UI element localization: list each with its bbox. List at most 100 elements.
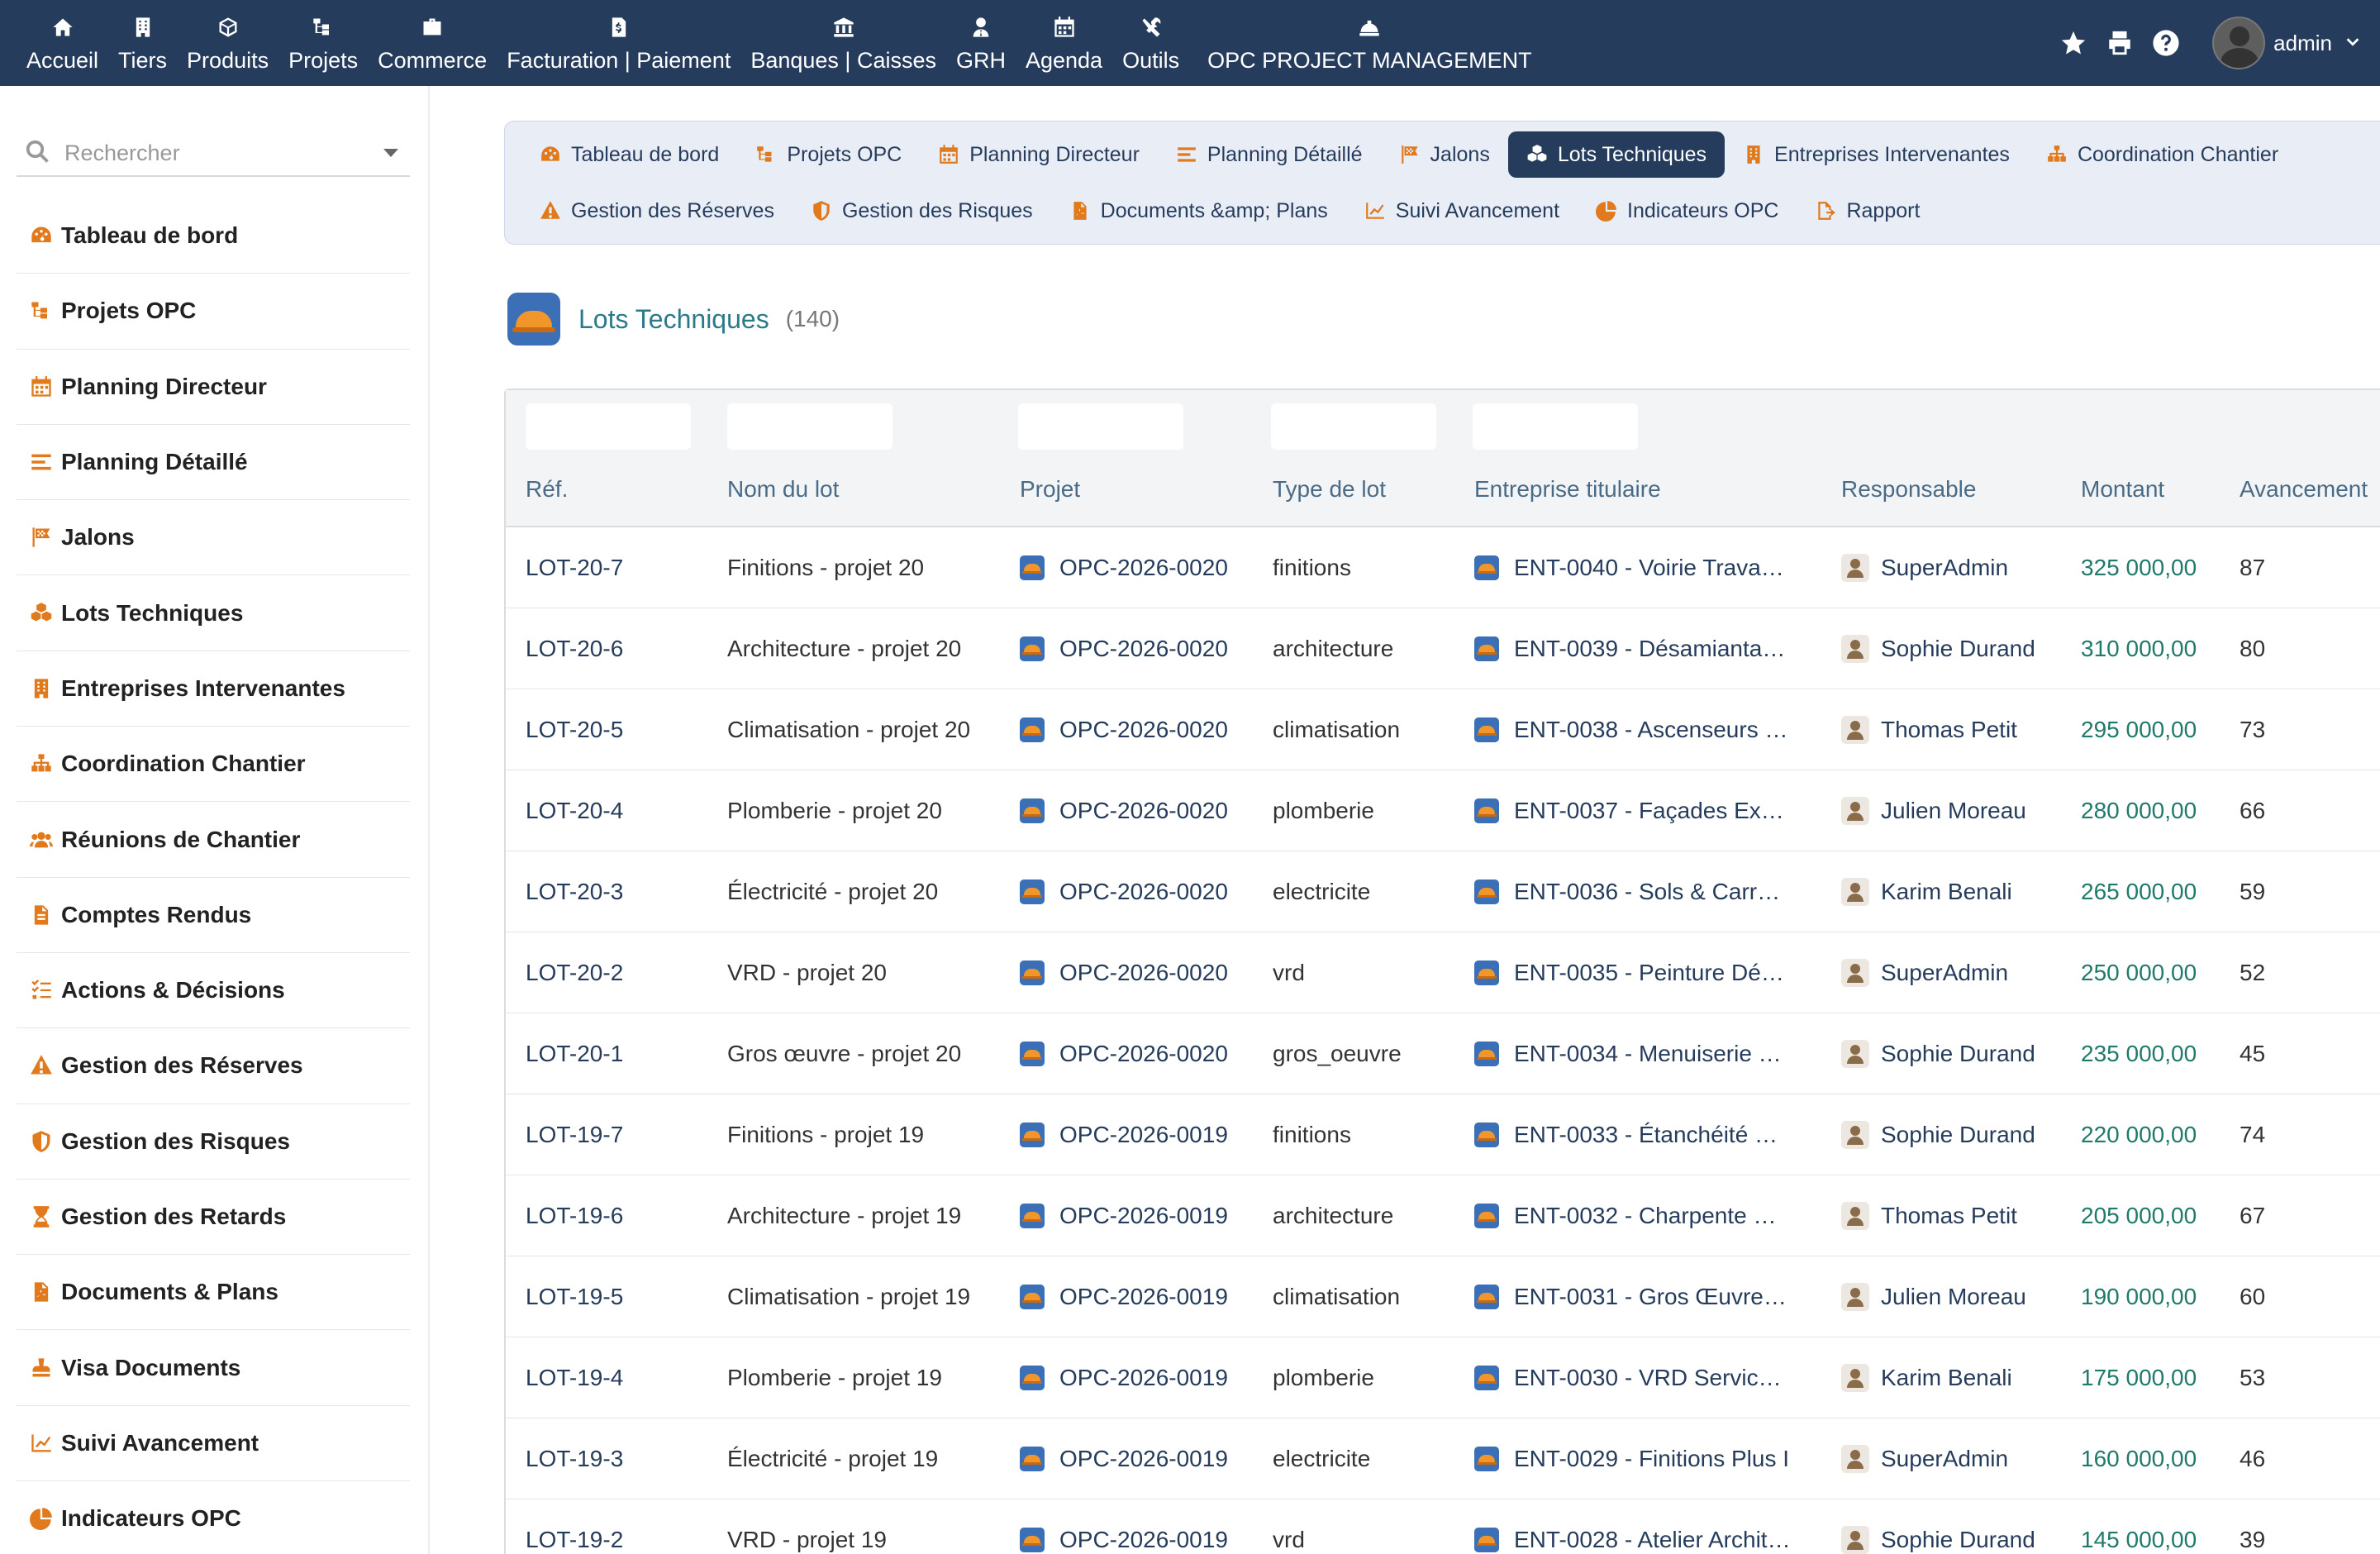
cell-projet[interactable]: OPC-2026-0019 <box>1020 1094 1228 1175</box>
cell-ref[interactable]: LOT-19-7 <box>526 1094 623 1175</box>
cell-entreprise[interactable]: ENT-0032 - Charpente … <box>1474 1175 1777 1256</box>
column-header-nom[interactable]: Nom du lot <box>727 476 839 503</box>
tab-documents-and-plans[interactable]: Documents &amp; Plans <box>1051 188 1346 234</box>
table-row[interactable]: LOT-20-5 Climatisation - projet 20 OPC-202… <box>506 689 2380 770</box>
tab-entreprises-intervenantes[interactable]: Entreprises Intervenantes <box>1725 131 2028 178</box>
cell-entreprise[interactable]: ENT-0031 - Gros Œuvre… <box>1474 1256 1787 1337</box>
cell-responsable[interactable]: Thomas Petit <box>1841 1175 2017 1256</box>
topnav-item-facturation-paiement[interactable]: Facturation | Paiement <box>497 0 740 86</box>
sidebar-item-jalons[interactable]: Jalons <box>17 500 410 576</box>
cell-responsable[interactable]: Julien Moreau <box>1841 770 2026 851</box>
cell-ref[interactable]: LOT-19-2 <box>526 1499 623 1554</box>
sidebar-item-indicateurs-opc[interactable]: Indicateurs OPC <box>17 1481 410 1554</box>
cell-ref[interactable]: LOT-20-6 <box>526 608 623 689</box>
sidebar-search[interactable]: Rechercher <box>17 131 410 177</box>
filter-nom-input[interactable] <box>727 403 892 450</box>
cell-ref[interactable]: LOT-20-3 <box>526 851 623 932</box>
cell-ref[interactable]: LOT-20-1 <box>526 1013 623 1094</box>
sidebar-item-gestion-des-reserves[interactable]: Gestion des Réserves <box>17 1028 410 1104</box>
tab-gestion-des-reserves[interactable]: Gestion des Réserves <box>521 188 793 234</box>
tab-lots-techniques[interactable]: Lots Techniques <box>1507 131 1726 178</box>
cell-ref[interactable]: LOT-19-5 <box>526 1256 623 1337</box>
cell-ref[interactable]: LOT-19-6 <box>526 1175 623 1256</box>
table-row[interactable]: LOT-20-7 Finitions - projet 20 OPC-2026-00… <box>506 527 2380 608</box>
tab-indicateurs-opc[interactable]: Indicateurs OPC <box>1578 188 1797 234</box>
cell-responsable[interactable]: SuperAdmin <box>1841 1418 2008 1499</box>
cell-projet[interactable]: OPC-2026-0019 <box>1020 1175 1228 1256</box>
table-row[interactable]: LOT-20-6 Architecture - projet 20 OPC-2026… <box>506 608 2380 689</box>
cell-responsable[interactable]: Julien Moreau <box>1841 1256 2026 1337</box>
cell-responsable[interactable]: SuperAdmin <box>1841 527 2008 608</box>
sidebar-item-lots-techniques[interactable]: Lots Techniques <box>17 575 410 651</box>
tab-suivi-avancement[interactable]: Suivi Avancement <box>1346 188 1578 234</box>
column-header-projet[interactable]: Projet <box>1020 476 1080 503</box>
filter-projet-input[interactable] <box>1018 403 1183 450</box>
topnav-item-banques-caisses[interactable]: Banques | Caisses <box>740 0 946 86</box>
help-icon[interactable] <box>2149 26 2182 60</box>
cell-responsable[interactable]: Sophie Durand <box>1841 1094 2035 1175</box>
table-row[interactable]: LOT-20-1 Gros œuvre - projet 20 OPC-2026-0… <box>506 1013 2380 1094</box>
cell-responsable[interactable]: Karim Benali <box>1841 1337 2012 1418</box>
filter-ref-input[interactable] <box>526 403 691 450</box>
print-icon[interactable] <box>2103 26 2136 60</box>
table-row[interactable]: LOT-20-3 Électricité - projet 20 OPC-2026-… <box>506 851 2380 932</box>
cell-projet[interactable]: OPC-2026-0020 <box>1020 770 1228 851</box>
column-header-montant[interactable]: Montant <box>2081 476 2164 503</box>
tab-planning-directeur[interactable]: Planning Directeur <box>920 131 1158 178</box>
cell-entreprise[interactable]: ENT-0038 - Ascenseurs … <box>1474 689 1787 770</box>
table-row[interactable]: LOT-19-5 Climatisation - projet 19 OPC-202… <box>506 1256 2380 1337</box>
table-row[interactable]: LOT-20-4 Plomberie - projet 20 OPC-2026-00… <box>506 770 2380 851</box>
cell-projet[interactable]: OPC-2026-0019 <box>1020 1337 1228 1418</box>
cell-responsable[interactable]: Sophie Durand <box>1841 1499 2035 1554</box>
filter-entreprise-input[interactable] <box>1473 403 1638 450</box>
cell-entreprise[interactable]: ENT-0030 - VRD Servic… <box>1474 1337 1782 1418</box>
sidebar-item-actions-and-decisions[interactable]: Actions & Décisions <box>17 953 410 1029</box>
topnav-item-accueil[interactable]: Accueil <box>17 0 108 86</box>
cell-projet[interactable]: OPC-2026-0019 <box>1020 1256 1228 1337</box>
table-row[interactable]: LOT-20-2 VRD - projet 20 OPC-2026-0020 vrd E… <box>506 932 2380 1013</box>
tab-planning-detaille[interactable]: Planning Détaillé <box>1158 131 1381 178</box>
table-row[interactable]: LOT-19-2 VRD - projet 19 OPC-2026-0019 vrd E… <box>506 1499 2380 1554</box>
cell-responsable[interactable]: SuperAdmin <box>1841 932 2008 1013</box>
table-row[interactable]: LOT-19-3 Électricité - projet 19 OPC-2026-… <box>506 1418 2380 1499</box>
cell-ref[interactable]: LOT-19-4 <box>526 1337 623 1418</box>
star-icon[interactable] <box>2057 26 2090 60</box>
cell-responsable[interactable]: Karim Benali <box>1841 851 2012 932</box>
cell-projet[interactable]: OPC-2026-0020 <box>1020 851 1228 932</box>
cell-responsable[interactable]: Sophie Durand <box>1841 608 2035 689</box>
column-header-ref[interactable]: Réf. <box>526 476 568 503</box>
topnav-item-outils[interactable]: Outils <box>1112 0 1189 86</box>
column-header-avancement[interactable]: Avancement <box>2240 476 2368 503</box>
sidebar-item-visa-documents[interactable]: Visa Documents <box>17 1330 410 1406</box>
cell-entreprise[interactable]: ENT-0040 - Voirie Trava… <box>1474 527 1784 608</box>
cell-entreprise[interactable]: ENT-0034 - Menuiserie … <box>1474 1013 1782 1094</box>
topnav-item-commerce[interactable]: Commerce <box>368 0 497 86</box>
cell-projet[interactable]: OPC-2026-0019 <box>1020 1418 1228 1499</box>
column-header-type[interactable]: Type de lot <box>1273 476 1386 503</box>
sidebar-item-entreprises-intervenantes[interactable]: Entreprises Intervenantes <box>17 651 410 727</box>
tab-gestion-des-risques[interactable]: Gestion des Risques <box>793 188 1051 234</box>
cell-ref[interactable]: LOT-20-5 <box>526 689 623 770</box>
sidebar-item-planning-directeur[interactable]: Planning Directeur <box>17 350 410 425</box>
cell-projet[interactable]: OPC-2026-0020 <box>1020 932 1228 1013</box>
sidebar-item-tableau-de-bord[interactable]: Tableau de bord <box>17 198 410 274</box>
topnav-item-projets[interactable]: Projets <box>278 0 368 86</box>
search-input[interactable]: Rechercher <box>64 141 383 166</box>
cell-responsable[interactable]: Thomas Petit <box>1841 689 2017 770</box>
topnav-item-grh[interactable]: GRH <box>946 0 1016 86</box>
topnav-item-produits[interactable]: Produits <box>177 0 278 86</box>
tab-jalons[interactable]: Jalons <box>1381 131 1508 178</box>
sidebar-item-suivi-avancement[interactable]: Suivi Avancement <box>17 1406 410 1482</box>
topnav-item-tiers[interactable]: Tiers <box>108 0 177 86</box>
user-avatar[interactable] <box>2212 17 2266 69</box>
column-header-entreprise[interactable]: Entreprise titulaire <box>1474 476 1661 503</box>
sidebar-item-projets-opc[interactable]: Projets OPC <box>17 274 410 350</box>
sidebar-item-coordination-chantier[interactable]: Coordination Chantier <box>17 727 410 803</box>
sidebar-item-planning-detaille[interactable]: Planning Détaillé <box>17 425 410 501</box>
sidebar-item-gestion-des-retards[interactable]: Gestion des Retards <box>17 1180 410 1256</box>
tab-coordination-chantier[interactable]: Coordination Chantier <box>2028 131 2297 178</box>
cell-ref[interactable]: LOT-19-3 <box>526 1418 623 1499</box>
cell-projet[interactable]: OPC-2026-0019 <box>1020 1499 1228 1554</box>
caret-down-icon[interactable] <box>383 149 398 157</box>
table-row[interactable]: LOT-19-4 Plomberie - projet 19 OPC-2026-00… <box>506 1337 2380 1418</box>
